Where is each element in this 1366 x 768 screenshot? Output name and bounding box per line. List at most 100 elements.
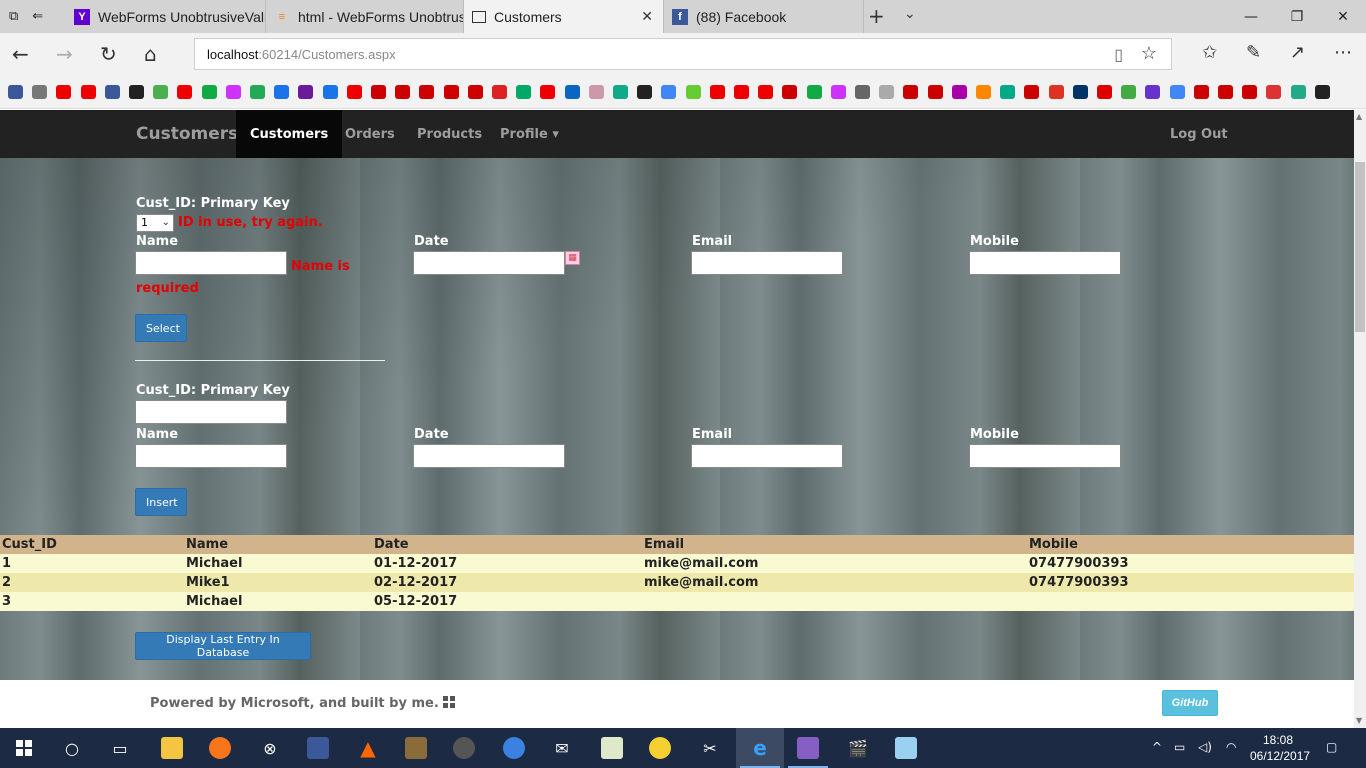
bookmark-icon[interactable]	[927, 85, 943, 99]
bookmark-icon[interactable]	[153, 85, 169, 99]
bookmark-icon[interactable]	[346, 85, 362, 99]
display-last-entry-button[interactable]: Display Last Entry In Database	[135, 632, 311, 660]
file-explorer-icon[interactable]	[160, 736, 184, 760]
bookmark-icon[interactable]	[250, 85, 265, 99]
bookmark-icon[interactable]	[492, 85, 507, 99]
bookmark-icon[interactable]	[1072, 85, 1088, 99]
home-icon[interactable]: ⌂	[144, 42, 157, 66]
wifi-icon[interactable]: ◠	[1226, 740, 1236, 754]
back-arrow-icon[interactable]: ←	[12, 42, 29, 66]
bookmark-icon[interactable]	[201, 85, 217, 99]
insert-id-input[interactable]	[135, 400, 287, 424]
tab-preview-icon[interactable]: ⧉	[9, 9, 18, 24]
bookmark-icon[interactable]	[1097, 85, 1112, 99]
set-tabs-aside-icon[interactable]: ⇐	[32, 9, 43, 24]
bookmark-icon[interactable]	[298, 85, 314, 99]
calendar-icon[interactable]: ▦	[565, 251, 580, 265]
windows-start-icon[interactable]	[12, 736, 36, 760]
bookmark-icon[interactable]	[1242, 85, 1258, 99]
task-view-icon[interactable]: ▭	[108, 736, 132, 760]
browser-tab-2[interactable]: ≡ html - WebForms Unobtrusi	[266, 0, 464, 33]
xbox-icon[interactable]: ⊗	[258, 736, 282, 760]
bookmark-icon[interactable]	[782, 85, 798, 99]
browser-tab-3[interactable]: Customers ✕	[464, 0, 664, 33]
bookmark-icon[interactable]	[1121, 85, 1137, 99]
insert-name-input[interactable]	[135, 444, 287, 468]
bookmark-icon[interactable]	[564, 85, 580, 99]
bookmark-icon[interactable]	[1048, 85, 1064, 99]
bookmark-icon[interactable]	[1169, 85, 1185, 99]
close-tab-icon[interactable]: ✕	[641, 8, 653, 25]
dosbox-icon[interactable]	[404, 736, 428, 760]
cust-id-select[interactable]: 1 ⌄	[136, 214, 174, 232]
mail-icon[interactable]: ✉	[550, 736, 574, 760]
notes-app-icon[interactable]	[600, 736, 624, 760]
select-button[interactable]: Select	[135, 314, 187, 342]
bookmark-icon[interactable]	[709, 85, 725, 99]
bookmark-icon[interactable]	[467, 85, 483, 99]
insert-button[interactable]: Insert	[135, 488, 187, 516]
bookmark-icon[interactable]	[1266, 85, 1282, 99]
duck-app-icon[interactable]	[648, 736, 672, 760]
bookmark-icon[interactable]	[32, 85, 48, 99]
browser-tab-1[interactable]: Y WebForms UnobtrusiveValic	[66, 0, 266, 33]
app-icon[interactable]	[894, 736, 918, 760]
logout-link[interactable]: Log Out	[1156, 110, 1242, 158]
system-clock[interactable]: 18:08 06/12/2017	[1250, 732, 1310, 764]
pen-icon[interactable]: ✎	[1246, 42, 1261, 63]
address-bar[interactable]: localhost:60214/Customers.aspx ▯ ☆	[194, 38, 1172, 70]
bookmark-icon[interactable]	[903, 85, 919, 99]
insert-mobile-input[interactable]	[969, 444, 1121, 468]
site-brand[interactable]: Customers	[136, 124, 238, 144]
forward-arrow-icon[interactable]: →	[56, 42, 73, 66]
bookmark-icon[interactable]	[855, 85, 870, 99]
bookmark-icon[interactable]	[1314, 85, 1330, 99]
reading-view-icon[interactable]: ▯	[1114, 45, 1123, 65]
bookmark-icon[interactable]	[637, 85, 653, 99]
volume-icon[interactable]: ◁)	[1198, 740, 1212, 754]
restore-icon[interactable]: ❐	[1274, 0, 1320, 33]
bookmark-icon[interactable]	[758, 85, 774, 99]
bookmark-icon[interactable]	[685, 85, 701, 99]
app-icon[interactable]	[502, 736, 526, 760]
bookmark-icon[interactable]	[1290, 85, 1306, 99]
browser-tab-4[interactable]: f (88) Facebook	[664, 0, 864, 33]
bookmark-icon[interactable]	[661, 85, 677, 99]
avast-icon[interactable]	[208, 736, 232, 760]
nav-customers[interactable]: Customers	[236, 110, 343, 158]
bookmark-icon[interactable]	[1218, 85, 1233, 99]
bookmark-icon[interactable]	[588, 85, 604, 99]
bookmark-icon[interactable]	[322, 85, 338, 99]
select-mobile-input[interactable]	[969, 251, 1121, 275]
chevron-down-icon[interactable]: ⌄	[904, 6, 916, 22]
bookmark-icon[interactable]	[129, 85, 144, 99]
bookmark-icon[interactable]	[443, 85, 459, 99]
bookmark-icon[interactable]	[540, 85, 556, 99]
bookmark-icon[interactable]	[8, 85, 23, 99]
bookmark-icon[interactable]	[395, 85, 411, 99]
close-window-icon[interactable]: ✕	[1320, 0, 1366, 33]
insert-date-input[interactable]	[413, 444, 565, 468]
facebook-app-icon[interactable]	[306, 736, 330, 760]
bookmark-icon[interactable]	[56, 85, 72, 99]
action-center-icon[interactable]: ▢	[1326, 740, 1337, 754]
bookmark-icon[interactable]	[1000, 85, 1016, 99]
tray-chevron-up-icon[interactable]: ^	[1152, 740, 1162, 754]
select-email-input[interactable]	[691, 251, 843, 275]
scroll-up-icon[interactable]: ▲	[1356, 112, 1362, 121]
tools-app-icon[interactable]: ✂	[698, 736, 722, 760]
bookmark-icon[interactable]	[274, 85, 290, 99]
bookmark-icon[interactable]	[879, 85, 895, 99]
more-icon[interactable]: ⋯	[1334, 42, 1352, 63]
new-tab-icon[interactable]: +	[868, 4, 885, 28]
bookmark-icon[interactable]	[976, 85, 991, 99]
edge-icon[interactable]: e	[748, 736, 772, 760]
nav-profile[interactable]: Profile ▾	[486, 110, 573, 158]
bookmark-icon[interactable]	[734, 85, 749, 99]
favorites-hub-icon[interactable]: ✩	[1202, 42, 1217, 63]
bookmark-icon[interactable]	[1024, 85, 1040, 99]
star-icon[interactable]: ☆	[1141, 43, 1157, 64]
minimize-icon[interactable]: —	[1228, 0, 1274, 33]
bookmark-icon[interactable]	[806, 85, 822, 99]
bookmark-icon[interactable]	[419, 85, 435, 99]
